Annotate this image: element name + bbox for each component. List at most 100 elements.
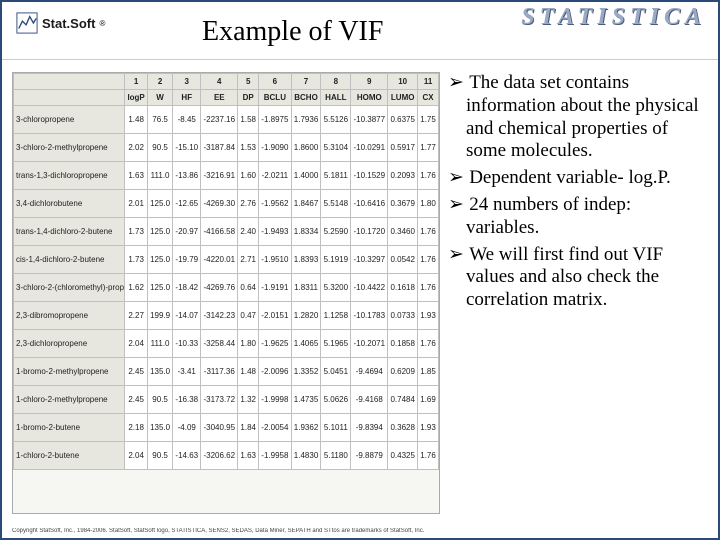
cell: 2.45	[125, 386, 148, 414]
row-name: 1-chloro-2-butene	[14, 442, 125, 470]
col-number: 8	[321, 74, 351, 90]
cell: 0.0542	[388, 246, 418, 274]
cell: 0.6375	[388, 106, 418, 134]
cell: 0.6209	[388, 358, 418, 386]
col-number: 3	[173, 74, 201, 90]
col-name: BCHO	[291, 90, 321, 106]
col-name: HALL	[321, 90, 351, 106]
cell: 5.2590	[321, 218, 351, 246]
cell: -4166.58	[201, 218, 238, 246]
cell: 1.4735	[291, 386, 321, 414]
cell: -19.79	[173, 246, 201, 274]
cell: -10.33	[173, 330, 201, 358]
cell: 5.1919	[321, 246, 351, 274]
cell: -10.0291	[351, 134, 388, 162]
cell: -2.0096	[259, 358, 292, 386]
cell: 1.3352	[291, 358, 321, 386]
cell: 1.4830	[291, 442, 321, 470]
bullet-item: ➢ 24 numbers of indep: variables.	[448, 194, 704, 240]
cell: 1.8467	[291, 190, 321, 218]
table-row: trans-1,3-dichloropropene1.63111.0-13.86…	[14, 162, 439, 190]
cell: -3040.95	[201, 414, 238, 442]
corner-cell	[14, 74, 125, 90]
page-title: Example of VIF	[202, 16, 383, 48]
row-name: cis-1,4-dichloro-2-butene	[14, 246, 125, 274]
cell: 5.0626	[321, 386, 351, 414]
cell: 5.5126	[321, 106, 351, 134]
table-row: 3-chloro-2-methylpropene2.0290.5-15.10-3…	[14, 134, 439, 162]
statsoft-logo: Stat.Soft®	[16, 12, 105, 34]
cell: -8.45	[173, 106, 201, 134]
cell: -16.38	[173, 386, 201, 414]
col-name: BCLU	[259, 90, 292, 106]
bullet-item: ➢ Dependent variable- log.P.	[448, 167, 704, 190]
cell: -9.8879	[351, 442, 388, 470]
cell: -1.9493	[259, 218, 292, 246]
cell: 2.02	[125, 134, 148, 162]
cell: -4269.76	[201, 274, 238, 302]
cell: 5.3200	[321, 274, 351, 302]
cell: -9.8394	[351, 414, 388, 442]
col-number: 10	[388, 74, 418, 90]
cell: -1.8975	[259, 106, 292, 134]
cell: 5.1811	[321, 162, 351, 190]
col-name: logP	[125, 90, 148, 106]
row-name: 3-chloropropene	[14, 106, 125, 134]
cell: 1.48	[125, 106, 148, 134]
cell: 0.5917	[388, 134, 418, 162]
cell: -3206.62	[201, 442, 238, 470]
cell: -10.3297	[351, 246, 388, 274]
cell: 1.69	[418, 386, 439, 414]
cell: -12.65	[173, 190, 201, 218]
copyright-footer: Copyright StatSoft, Inc., 1984-2006. Sta…	[12, 528, 708, 534]
cell: 0.3460	[388, 218, 418, 246]
cell: 1.60	[238, 162, 259, 190]
content: 1234567891011 logPWHFEEDPBCLUBCHOHALLHOM…	[12, 72, 708, 514]
data-table-wrap: 1234567891011 logPWHFEEDPBCLUBCHOHALLHOM…	[12, 72, 440, 514]
cell: -2.0054	[259, 414, 292, 442]
cell: 125.0	[147, 246, 172, 274]
bullet-list: ➢ The data set contains information abou…	[448, 72, 708, 514]
col-name: HF	[173, 90, 201, 106]
cell: 125.0	[147, 274, 172, 302]
cell: -3142.23	[201, 302, 238, 330]
row-name: 3-chloro-2-(chloromethyl)-propene	[14, 274, 125, 302]
cell: -1.9562	[259, 190, 292, 218]
cell: -18.42	[173, 274, 201, 302]
statsoft-icon	[16, 12, 38, 34]
col-name: HOMO	[351, 90, 388, 106]
cell: 1.77	[418, 134, 439, 162]
col-number: 7	[291, 74, 321, 90]
cell: -1.9090	[259, 134, 292, 162]
cell: -4220.01	[201, 246, 238, 274]
cell: 0.3679	[388, 190, 418, 218]
cell: 2.40	[238, 218, 259, 246]
cell: 1.9362	[291, 414, 321, 442]
table-row: 1-bromo-2-methylpropene2.45135.0-3.41-31…	[14, 358, 439, 386]
cell: 5.1180	[321, 442, 351, 470]
cell: 1.76	[418, 274, 439, 302]
cell: 125.0	[147, 190, 172, 218]
row-name: trans-1,3-dichloropropene	[14, 162, 125, 190]
col-number: 5	[238, 74, 259, 90]
cell: 2.18	[125, 414, 148, 442]
cell: -15.10	[173, 134, 201, 162]
cell: 1.75	[418, 106, 439, 134]
cell: -10.2071	[351, 330, 388, 358]
cell: 2.01	[125, 190, 148, 218]
data-table: 1234567891011 logPWHFEEDPBCLUBCHOHALLHOM…	[13, 73, 439, 470]
table-row: 1-chloro-2-butene2.0490.5-14.63-3206.621…	[14, 442, 439, 470]
cell: 5.1965	[321, 330, 351, 358]
cell: -10.1783	[351, 302, 388, 330]
col-name: DP	[238, 90, 259, 106]
cell: 1.93	[418, 414, 439, 442]
slide: Stat.Soft® Example of VIF STATISTICA 123…	[0, 0, 720, 540]
cell: -3117.36	[201, 358, 238, 386]
cell: 0.3628	[388, 414, 418, 442]
cell: 1.8600	[291, 134, 321, 162]
cell: 2.04	[125, 330, 148, 358]
cell: -2.0211	[259, 162, 292, 190]
cell: 1.80	[418, 190, 439, 218]
cell: -10.4422	[351, 274, 388, 302]
col-number: 4	[201, 74, 238, 90]
